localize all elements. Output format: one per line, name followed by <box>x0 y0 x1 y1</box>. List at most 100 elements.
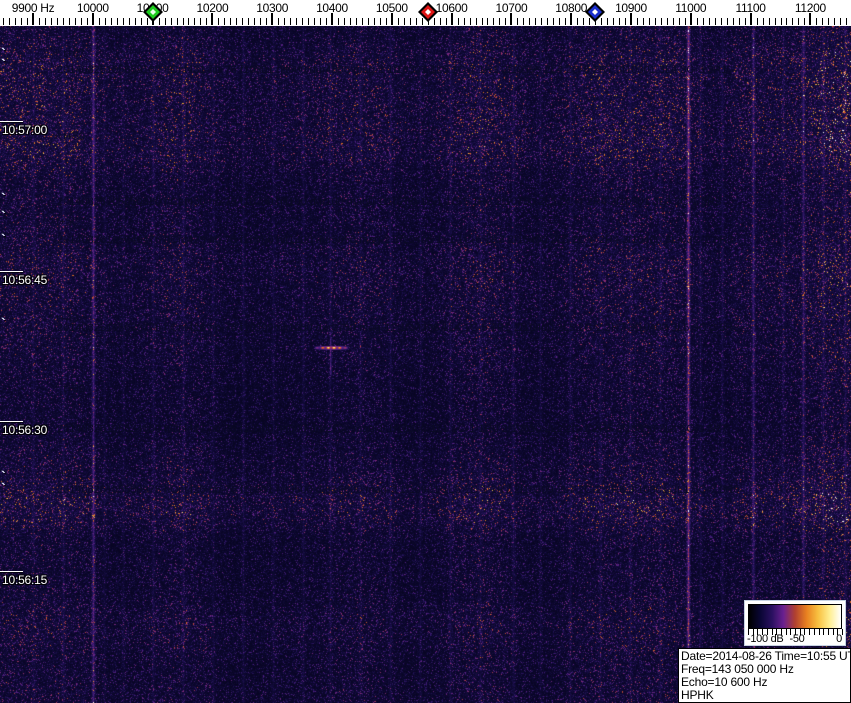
freq-label: 9900 Hz <box>11 1 55 15</box>
freq-tick <box>786 18 788 25</box>
freq-tick <box>780 18 782 25</box>
freq-tick <box>27 18 29 25</box>
freq-tick <box>499 18 501 25</box>
freq-tick <box>284 18 286 25</box>
freq-tick <box>828 18 830 25</box>
freq-tick <box>308 18 310 25</box>
freq-tick <box>708 18 710 25</box>
freq-tick <box>104 18 106 25</box>
freq-tick <box>720 18 722 25</box>
freq-tick <box>613 18 615 25</box>
freq-tick <box>218 18 220 25</box>
freq-tick <box>487 18 489 25</box>
legend-tick <box>809 629 811 635</box>
freq-tick <box>355 18 357 25</box>
freq-tick <box>122 18 124 25</box>
freq-tick <box>200 18 202 25</box>
legend-tick <box>842 629 843 635</box>
frequency-ruler: 9900 Hz100001010010200103001040010500106… <box>0 0 851 26</box>
freq-tick <box>445 18 447 25</box>
freq-tick <box>314 18 316 25</box>
freq-tick <box>696 18 698 25</box>
freq-tick <box>248 18 250 25</box>
freq-tick <box>80 18 82 25</box>
freq-label: 11000 <box>675 1 707 15</box>
freq-tick <box>176 18 178 25</box>
freq-tick <box>68 18 70 25</box>
freq-tick <box>290 18 292 25</box>
freq-tick <box>732 18 734 25</box>
info-box: Date=2014-08-26 Time=10:55 UTC Freq=143 … <box>678 648 851 703</box>
freq-tick <box>128 18 130 25</box>
freq-tick <box>714 18 716 25</box>
spectrogram-canvas[interactable] <box>0 26 851 703</box>
freq-tick <box>762 18 764 25</box>
legend-tick <box>804 629 806 635</box>
freq-tick <box>397 18 399 25</box>
freq-tick <box>840 18 842 25</box>
legend-tick <box>813 629 815 635</box>
freq-tick <box>846 18 848 25</box>
freq-tick <box>481 18 483 25</box>
freq-tick <box>62 18 64 25</box>
freq-tick <box>577 18 579 25</box>
freq-tick <box>547 18 549 25</box>
color-scale-legend: -100 dB -50 0 <box>744 600 846 646</box>
freq-tick <box>672 18 674 25</box>
freq-tick <box>134 18 136 25</box>
frequency-marker-red[interactable] <box>417 2 438 22</box>
freq-tick <box>660 18 662 25</box>
freq-tick <box>56 18 58 25</box>
freq-label: 10200 <box>196 1 229 15</box>
freq-label: 10700 <box>495 1 528 15</box>
frequency-marker-green[interactable] <box>142 2 163 22</box>
freq-tick <box>756 18 758 25</box>
freq-tick <box>230 18 232 25</box>
freq-tick <box>188 18 190 25</box>
legend-gradient-bar <box>748 604 842 629</box>
freq-tick <box>684 18 686 25</box>
freq-tick <box>326 18 328 25</box>
info-line-station: HPHK <box>681 688 714 702</box>
freq-tick <box>726 18 728 25</box>
freq-tick <box>409 18 411 25</box>
freq-label: 10300 <box>256 1 289 15</box>
legend-tick <box>827 629 829 635</box>
freq-tick <box>337 18 339 25</box>
legend-label-max: 0 <box>836 633 842 645</box>
freq-tick <box>74 18 76 25</box>
freq-tick <box>565 18 567 25</box>
freq-tick <box>50 18 52 25</box>
freq-tick <box>15 18 17 25</box>
freq-tick <box>625 18 627 25</box>
freq-tick <box>170 18 172 25</box>
freq-tick <box>822 18 824 25</box>
freq-tick <box>224 18 226 25</box>
freq-tick <box>343 18 345 25</box>
freq-tick <box>505 18 507 25</box>
freq-tick <box>349 18 351 25</box>
freq-tick <box>535 18 537 25</box>
freq-tick <box>206 18 208 25</box>
freq-tick <box>439 18 441 25</box>
freq-tick <box>636 18 638 25</box>
freq-tick <box>242 18 244 25</box>
legend-label-min: -100 dB <box>747 633 784 645</box>
freq-tick <box>361 18 363 25</box>
freq-tick <box>804 18 806 25</box>
freq-tick <box>86 18 88 25</box>
freq-tick <box>9 18 11 25</box>
legend-tick <box>823 629 825 635</box>
spectrogram-app-window: 10:57:00 10:56:45 10:56:30 10:56:15 ` ` ` ` ` ` `… <box>0 0 851 703</box>
freq-tick <box>140 18 142 25</box>
legend-tick <box>832 629 834 635</box>
freq-tick <box>493 18 495 25</box>
freq-tick <box>642 18 644 25</box>
freq-tick <box>116 18 118 25</box>
freq-tick <box>385 18 387 25</box>
freq-tick <box>98 18 100 25</box>
frequency-marker-blue[interactable] <box>585 2 606 22</box>
freq-tick <box>816 18 818 25</box>
freq-tick <box>110 18 112 25</box>
freq-tick <box>457 18 459 25</box>
